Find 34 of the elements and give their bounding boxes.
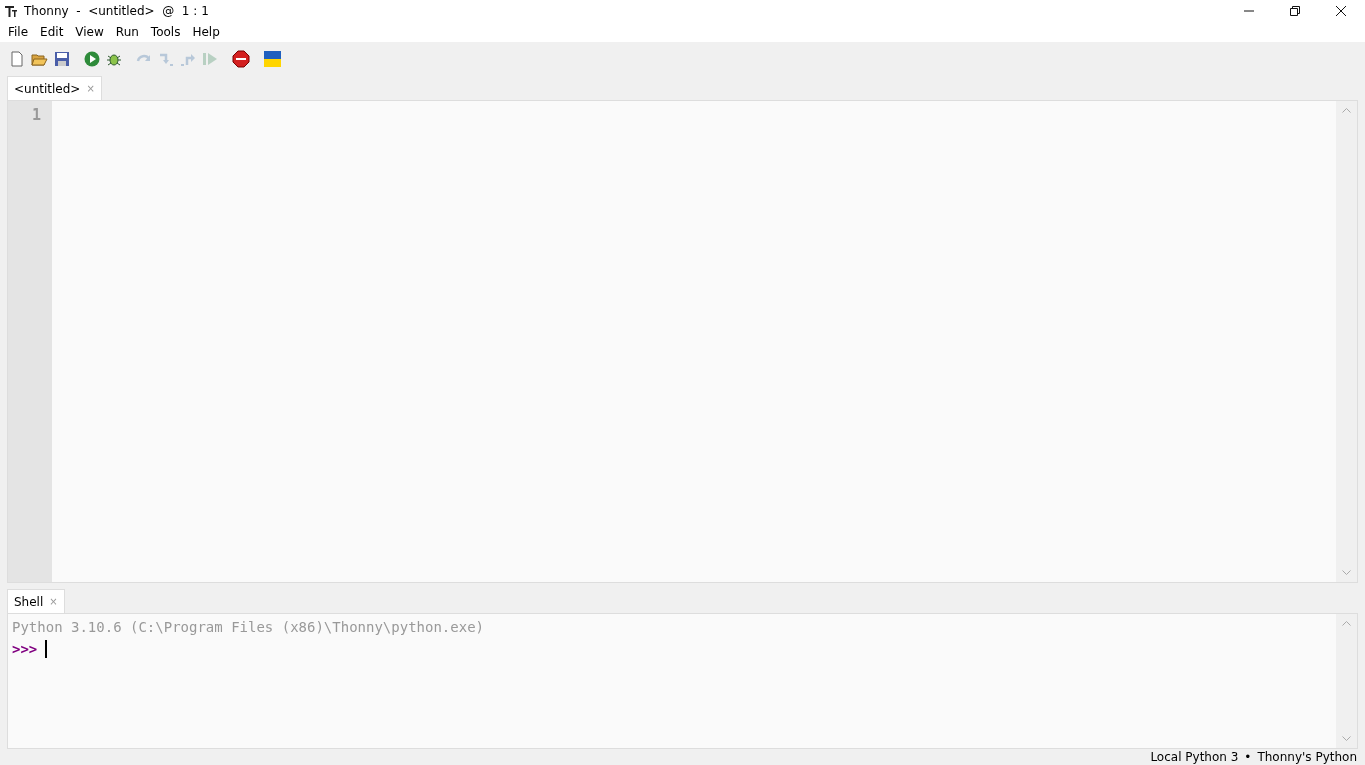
menu-item[interactable]: View xyxy=(69,25,110,39)
bug-icon[interactable] xyxy=(106,51,122,67)
line-number: 1 xyxy=(31,106,41,124)
scrollbar[interactable] xyxy=(1336,101,1357,582)
flag-icon[interactable] xyxy=(264,51,281,67)
editor-tab[interactable]: <untitled> × xyxy=(7,76,102,100)
window-title: Thonny - <untitled> @ 1 : 1 xyxy=(24,4,209,18)
shell-tab[interactable]: Shell × xyxy=(7,589,65,613)
new-file-icon[interactable] xyxy=(9,51,25,67)
menu-item[interactable]: Run xyxy=(109,25,145,39)
text-cursor xyxy=(45,640,48,658)
status-text: Thonny's Python xyxy=(1257,750,1357,764)
app-logo-icon xyxy=(4,4,18,18)
stop-sign-icon[interactable] xyxy=(232,50,250,68)
status-text: Local Python 3 xyxy=(1150,750,1239,764)
restore-icon[interactable] xyxy=(1289,5,1301,17)
folder-icon[interactable] xyxy=(31,51,48,67)
menu-item[interactable]: Tools xyxy=(144,25,187,39)
scroll-up-icon[interactable] xyxy=(1342,107,1351,113)
scroll-down-icon[interactable] xyxy=(1342,570,1351,576)
run-icon[interactable] xyxy=(84,51,100,67)
scroll-down-icon[interactable] xyxy=(1342,736,1351,742)
python-version-text: Python 3.10.6 (C:\Program Files (x86)\Thonny\python.exe) xyxy=(12,619,484,635)
tab-label: <untitled> xyxy=(14,81,81,96)
menu-item[interactable]: File xyxy=(2,25,35,39)
shell-console[interactable]: Python 3.10.6 (C:\Program Files (x86)\Thonny\python.exe) >>> xyxy=(7,613,1358,749)
close-icon[interactable] xyxy=(1335,5,1347,17)
scrollbar[interactable] xyxy=(1336,614,1357,748)
menu-item[interactable]: Edit xyxy=(34,25,70,39)
menu-item[interactable]: Help xyxy=(186,25,226,39)
tab-label: Shell xyxy=(14,594,44,609)
status-text: • xyxy=(1244,750,1252,764)
shell-prompt: >>> xyxy=(12,641,38,657)
scroll-up-icon[interactable] xyxy=(1342,620,1351,626)
